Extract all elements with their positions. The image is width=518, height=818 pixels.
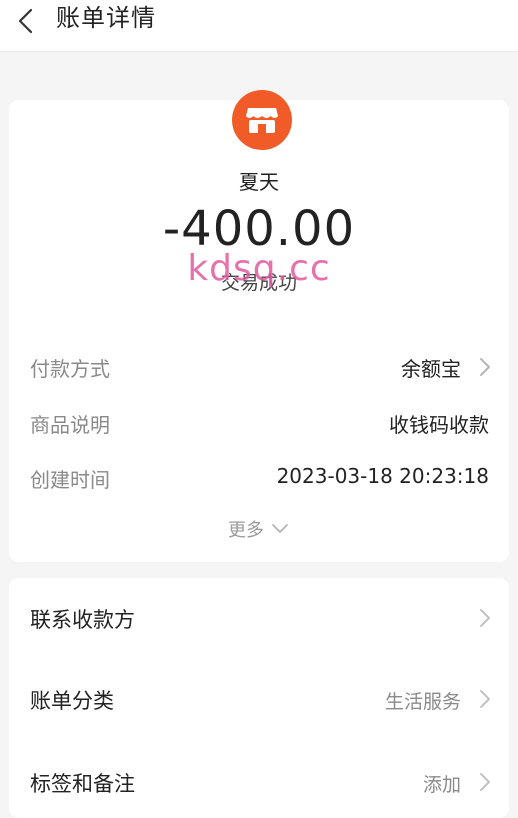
bill-summary-card: 夏天 -400.00 交易成功 kdsq.cc 付款方式 余额宝 商品说明 收钱…: [9, 90, 509, 562]
detail-value: 2023-03-18 20:23:18: [276, 464, 489, 488]
tags-notes-row[interactable]: 标签和备注 添加: [9, 762, 509, 802]
detail-row-product-description: 商品说明 收钱码收款: [9, 405, 509, 439]
option-label: 标签和备注: [30, 772, 135, 796]
back-button[interactable]: [10, 5, 42, 37]
option-value: 添加: [422, 774, 461, 796]
option-value: 生活服务: [384, 691, 461, 713]
detail-row-created-time: 创建时间 2023-03-18 20:23:18: [9, 460, 509, 494]
chevron-right-icon: [479, 772, 491, 792]
option-label: 联系收款方: [30, 608, 135, 632]
page-title: 账单详情: [56, 4, 156, 32]
chevron-left-icon: [18, 8, 33, 34]
more-label: 更多: [228, 520, 264, 541]
merchant-name: 夏天: [239, 170, 279, 194]
more-details-toggle[interactable]: 更多: [9, 516, 509, 542]
detail-value: 余额宝: [401, 357, 461, 381]
store-icon: [246, 108, 278, 133]
merchant-avatar: [232, 90, 292, 150]
chevron-right-icon: [479, 689, 491, 709]
detail-row-payment-method[interactable]: 付款方式 余额宝: [9, 349, 509, 383]
chevron-down-icon: [272, 524, 288, 533]
detail-label: 付款方式: [30, 357, 110, 381]
detail-value: 收钱码收款: [389, 413, 489, 437]
bill-category-row[interactable]: 账单分类 生活服务: [9, 679, 509, 719]
chevron-right-icon: [479, 608, 491, 628]
watermark-text: kdsq.cc: [187, 248, 331, 289]
detail-label: 创建时间: [30, 468, 110, 492]
chevron-right-icon: [479, 357, 491, 377]
top-nav-bar: 账单详情: [0, 0, 518, 52]
bill-options-card: 联系收款方 账单分类 生活服务 标签和备注 添加: [9, 578, 509, 818]
contact-payee-row[interactable]: 联系收款方: [9, 598, 509, 638]
option-label: 账单分类: [30, 689, 114, 713]
detail-label: 商品说明: [30, 413, 110, 437]
